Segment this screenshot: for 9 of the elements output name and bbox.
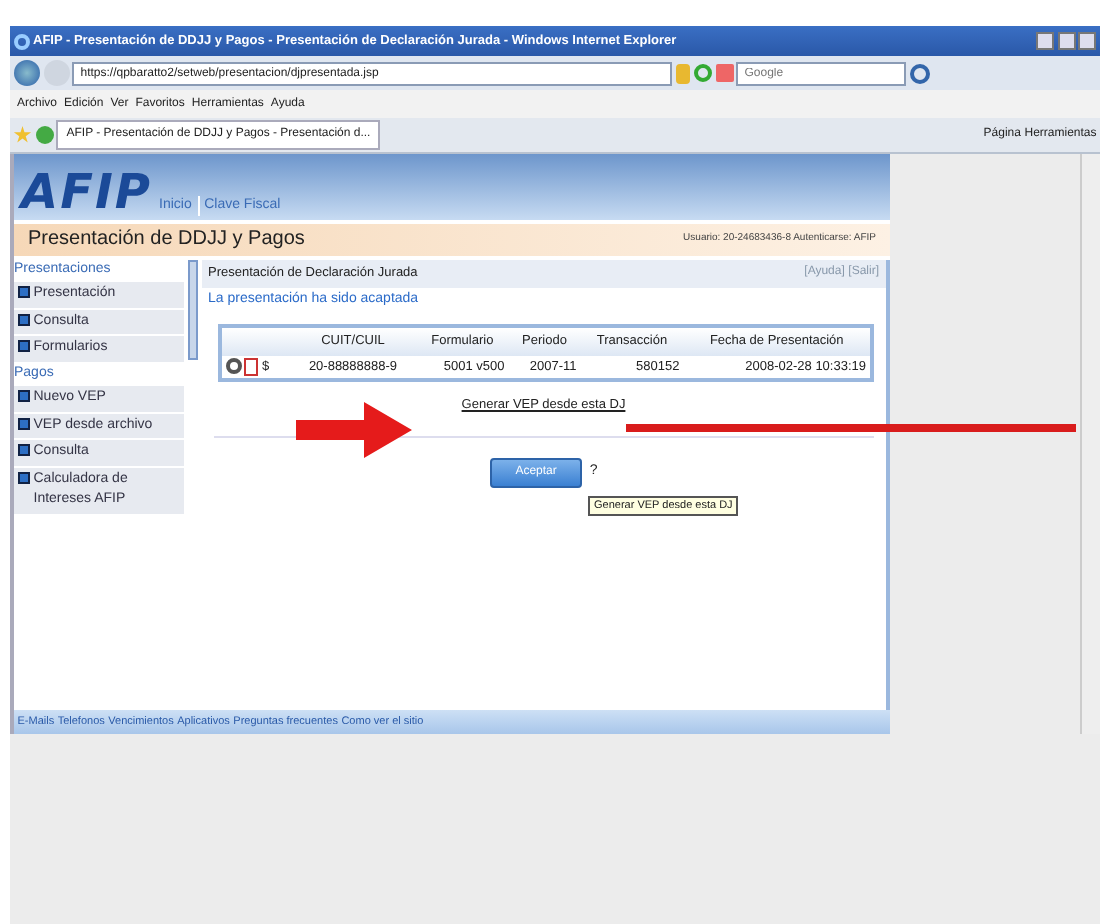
stop-button[interactable]	[715, 64, 733, 82]
arrow-drawing	[296, 402, 412, 458]
document-icon[interactable]	[244, 357, 259, 376]
site-logo: AFIP	[21, 164, 152, 220]
back-button[interactable]	[13, 60, 40, 86]
search-button[interactable]	[910, 63, 930, 83]
collapse-handle[interactable]	[187, 259, 198, 359]
page-title: Presentación de DDJJ y Pagos	[28, 226, 305, 255]
browser-logo-icon	[13, 33, 30, 49]
